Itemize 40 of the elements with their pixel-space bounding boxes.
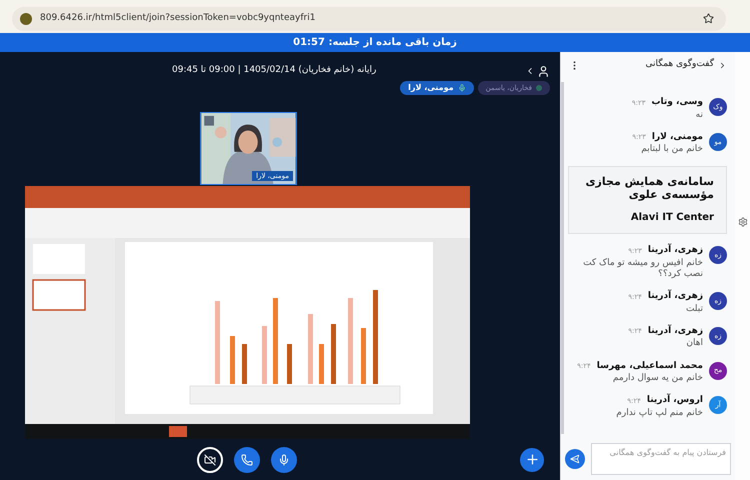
message-text: خانم من یه سوال دارمم	[612, 373, 703, 384]
sender-name: زهری، آدرینا	[648, 290, 703, 303]
sender-name: زهری، آدرینا	[648, 244, 703, 257]
send-icon	[570, 454, 580, 464]
bookmark-star-icon[interactable]	[703, 13, 714, 24]
message-text: خانم افیس رو میشه تو ماک کت نصب کرد؟؟	[582, 258, 703, 280]
site-icon	[20, 12, 32, 24]
video-off-icon	[204, 454, 216, 466]
sender-name: وسی، وتاب	[652, 96, 703, 109]
url-text: 809.6426.ir/html5client/join?sessionToken=vobc9yqnteayfri1	[40, 12, 316, 25]
message-text: خانم منم لپ تاپ ندارم	[616, 408, 703, 419]
phone-icon	[241, 454, 253, 466]
chat-title: گفت‌وگوی همگانی	[645, 58, 714, 72]
address-bar[interactable]: 809.6426.ir/html5client/join?sessionToken=vobc9yqnteayfri1	[12, 6, 726, 30]
users-icon[interactable]	[537, 64, 550, 78]
sender-name: محمد اسماعیلی، مهرسا	[596, 360, 703, 372]
settings-icon[interactable]	[738, 217, 748, 227]
welcome-title: سامانه‌ی همایش مجازی مؤسسه‌ی علوی	[584, 174, 714, 202]
welcome-subtitle: Alavi IT Center	[630, 211, 714, 225]
talker-badge: مومنی، لارا	[400, 81, 474, 95]
send-button[interactable]	[565, 449, 585, 469]
sender-name: مومنی، لارا	[652, 130, 703, 144]
microphone-button[interactable]	[271, 446, 297, 472]
sender-name: اروس، آدرینا	[646, 394, 703, 408]
message-text: اهان	[685, 338, 703, 350]
meeting-title: رایانه (خانم فخاریان) 1405/02/14 | 09:00 تا 09:45	[172, 64, 376, 78]
plus-icon	[524, 452, 540, 467]
add-button[interactable]	[520, 448, 544, 472]
scrollbar[interactable]	[561, 82, 564, 434]
message-text: خانم من با لبتابم	[640, 144, 703, 156]
message-text: تبلت	[684, 304, 703, 315]
message-text: نه	[694, 110, 703, 121]
microphone-icon	[278, 454, 290, 466]
mic-icon	[458, 84, 466, 92]
banner-text: زمان باقی مانده از جلسه: 01:57	[293, 36, 457, 50]
chevron-icon[interactable]	[718, 60, 727, 70]
phone-button[interactable]	[234, 446, 260, 472]
sender-name: زهری، آدرینا	[648, 324, 703, 338]
message-field[interactable]: فرستادن پیام به گفت‌وگوی همگانی	[591, 443, 731, 475]
camera-off-button[interactable]	[197, 446, 223, 472]
